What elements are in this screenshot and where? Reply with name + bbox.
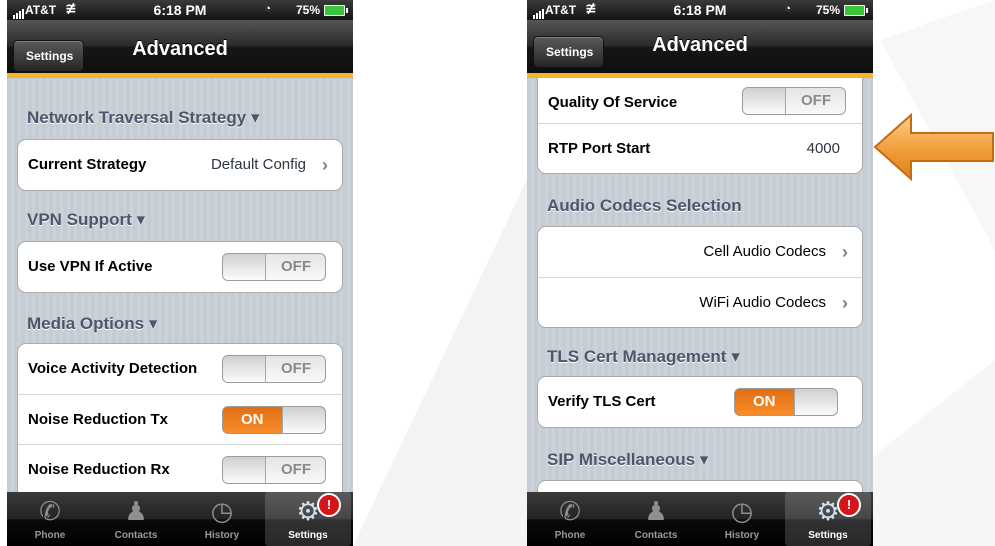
phone-icon: ✆ — [559, 496, 581, 526]
toggle-knob — [794, 389, 837, 415]
toggle-knob — [223, 457, 266, 483]
toggle-knob — [223, 254, 266, 280]
battery-percent: 75% — [815, 3, 840, 17]
tab-history[interactable]: ◷ History — [699, 492, 785, 546]
tab-label: Contacts — [114, 530, 158, 541]
noise-reduction-tx-toggle[interactable]: ON — [222, 406, 326, 434]
group-tls-cert: Verify TLS Cert ON — [537, 376, 863, 428]
toggle-knob — [223, 356, 266, 382]
row-value: Default Config — [210, 156, 306, 173]
row-current-strategy[interactable]: Current Strategy Default Config › — [18, 140, 342, 190]
orientation-lock-icon: ◔ — [784, 3, 791, 15]
contacts-icon: ♟ — [644, 496, 668, 526]
section-header-tls-cert: TLS Cert Management ▾ — [547, 347, 740, 366]
verify-tls-cert-toggle[interactable]: ON — [734, 388, 838, 416]
group-media-options: Voice Activity Detection OFF Noise Reduc… — [17, 343, 343, 492]
row-quality-of-service: Quality Of Service OFF — [538, 78, 862, 123]
battery-percent: 75% — [295, 3, 320, 17]
battery-icon — [844, 5, 868, 16]
row-noise-reduction-rx: Noise Reduction Rx OFF — [18, 444, 342, 492]
toggle-state: OFF — [801, 92, 831, 109]
tab-bar: ✆ Phone ♟ Contacts ◷ History ⚙ ! Setting… — [527, 492, 873, 546]
navigation-bar: Settings Advanced — [7, 20, 353, 78]
tab-contacts[interactable]: ♟ Contacts — [613, 492, 699, 546]
tab-phone[interactable]: ✆ Phone — [527, 492, 613, 546]
row-label: Noise Reduction Rx — [28, 461, 170, 478]
navigation-bar: Settings Advanced — [527, 20, 873, 78]
row-cell-audio-codecs[interactable]: Cell Audio Codecs › — [538, 227, 862, 277]
row-verify-tls-cert: Verify TLS Cert ON — [538, 377, 862, 427]
tab-label: Phone — [34, 530, 66, 541]
section-header-audio-codecs: Audio Codecs Selection — [547, 196, 742, 215]
toggle-state: ON — [241, 411, 264, 428]
group-media-options-cont: Quality Of Service OFF RTP Port Start 40… — [537, 78, 863, 174]
row-label: Use VPN If Active — [28, 258, 153, 275]
pointer-arrow-icon — [873, 113, 994, 181]
row-noise-reduction-tx: Noise Reduction Tx ON — [18, 394, 342, 444]
settings-list[interactable]: Network Traversal Strategy ▾ Current Str… — [7, 78, 353, 492]
chevron-right-icon: › — [322, 155, 328, 175]
section-header-vpn-support: VPN Support ▾ — [27, 210, 146, 229]
row-label: Noise Reduction Tx — [28, 411, 169, 428]
tab-phone[interactable]: ✆ Phone — [7, 492, 93, 546]
row-label: Voice Activity Detection — [28, 360, 198, 377]
chevron-right-icon: › — [842, 242, 848, 262]
row-label: Verify TLS Cert — [548, 393, 656, 410]
quality-of-service-toggle[interactable]: OFF — [742, 87, 846, 115]
voice-activity-toggle[interactable]: OFF — [222, 355, 326, 383]
use-vpn-toggle[interactable]: OFF — [222, 253, 326, 281]
row-label: Quality Of Service — [548, 94, 678, 111]
contacts-icon: ♟ — [124, 496, 148, 526]
section-header-network-traversal: Network Traversal Strategy ▾ — [27, 108, 260, 127]
group-sip-misc — [537, 480, 863, 492]
row-label: Cell Audio Codecs — [703, 243, 826, 260]
rtp-port-value: 4000 — [806, 140, 840, 157]
orientation-lock-icon: ◔ — [264, 3, 271, 15]
battery-icon — [324, 5, 348, 16]
tab-label: History — [204, 530, 240, 541]
group-network-traversal: Current Strategy Default Config › — [17, 139, 343, 191]
section-header-media-options: Media Options ▾ — [27, 314, 158, 333]
tab-label: Settings — [808, 530, 848, 541]
tab-history[interactable]: ◷ History — [179, 492, 265, 546]
page-title: Advanced — [132, 38, 228, 60]
toggle-state: OFF — [281, 258, 311, 275]
group-audio-codecs: Cell Audio Codecs › WiFi Audio Codecs › — [537, 226, 863, 328]
tab-settings[interactable]: ⚙ ! Settings — [265, 492, 351, 546]
clock-icon: ◷ — [210, 496, 234, 526]
row-rtp-port-start[interactable]: RTP Port Start 4000 — [538, 123, 862, 173]
page-title: Advanced — [652, 34, 748, 56]
toggle-state: OFF — [281, 461, 311, 478]
row-label: Current Strategy — [28, 156, 147, 173]
tab-contacts[interactable]: ♟ Contacts — [93, 492, 179, 546]
alert-badge: ! — [837, 493, 861, 517]
row-wifi-audio-codecs[interactable]: WiFi Audio Codecs › — [538, 277, 862, 327]
row-voice-activity-detection: Voice Activity Detection OFF — [18, 344, 342, 394]
row-label: WiFi Audio Codecs — [699, 294, 826, 311]
chevron-right-icon: › — [842, 293, 848, 313]
phone-screen-right: AT&T ≇ 6:18 PM ◔ 75% Settings Advanced Q… — [527, 0, 873, 546]
toggle-state: ON — [753, 393, 776, 410]
phone-screen-left: AT&T ≇ 6:18 PM ◔ 75% Settings Advanced N… — [7, 0, 353, 546]
toggle-state: OFF — [281, 360, 311, 377]
settings-list[interactable]: Quality Of Service OFF RTP Port Start 40… — [527, 78, 873, 492]
section-header-sip-misc: SIP Miscellaneous ▾ — [547, 450, 709, 469]
noise-reduction-rx-toggle[interactable]: OFF — [222, 456, 326, 484]
phone-icon: ✆ — [39, 496, 61, 526]
row-use-vpn: Use VPN If Active OFF — [18, 242, 342, 292]
group-vpn-support: Use VPN If Active OFF — [17, 241, 343, 293]
status-bar: AT&T ≇ 6:18 PM ◔ 75% — [527, 0, 873, 20]
tab-settings[interactable]: ⚙ ! Settings — [785, 492, 871, 546]
toggle-knob — [282, 407, 325, 433]
status-bar: AT&T ≇ 6:18 PM ◔ 75% — [7, 0, 353, 20]
tab-label: Settings — [288, 530, 328, 541]
tab-label: Phone — [554, 530, 586, 541]
tab-label: History — [724, 530, 760, 541]
tab-bar: ✆ Phone ♟ Contacts ◷ History ⚙ ! Setting… — [7, 492, 353, 546]
alert-badge: ! — [317, 493, 341, 517]
clock-icon: ◷ — [730, 496, 754, 526]
row-label: RTP Port Start — [548, 140, 651, 157]
toggle-knob — [743, 88, 786, 114]
tab-label: Contacts — [634, 530, 678, 541]
